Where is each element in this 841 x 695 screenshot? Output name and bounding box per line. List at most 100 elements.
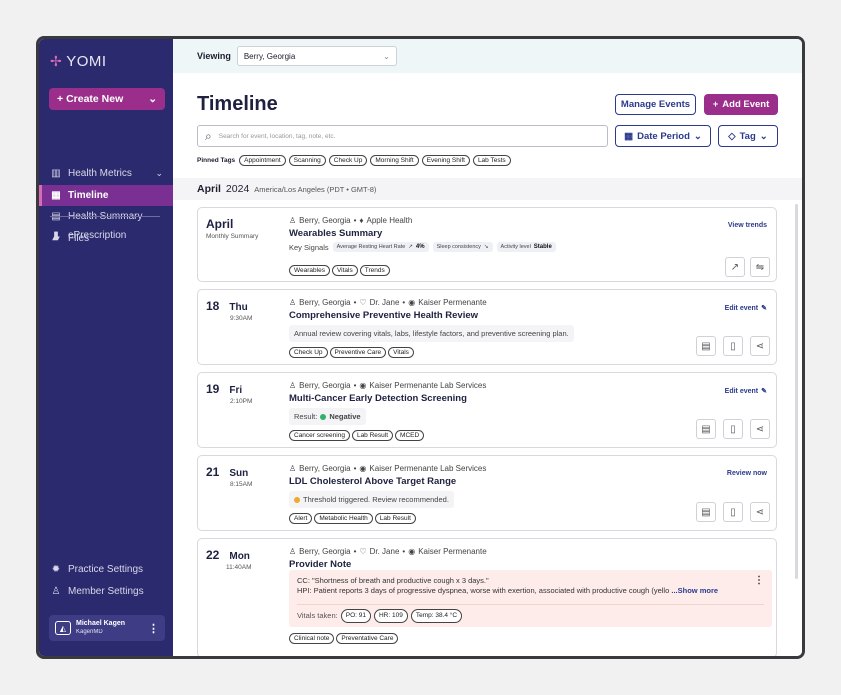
user-icon: ♙	[289, 216, 297, 225]
page-title: Timeline	[197, 93, 278, 115]
edit-event-link[interactable]: Edit event ✎	[725, 387, 767, 396]
clipboard-icon[interactable]: ▤	[696, 502, 716, 522]
event-result: Result: Negative	[289, 408, 366, 425]
document-icon[interactable]: ▯	[723, 336, 743, 356]
more-vertical-icon[interactable]: ⋮	[148, 622, 159, 635]
app-name: YOMI	[66, 53, 107, 70]
separator: •	[353, 464, 357, 473]
view-trends-link[interactable]: View trends	[728, 222, 767, 229]
event-weekday: Mon	[229, 551, 250, 562]
trend-chart-icon[interactable]: ↗	[725, 257, 745, 277]
event-card[interactable]: 21 Sun 8:15AM ♙ Berry, Georgia • ◉ Kaiser Per…	[197, 455, 777, 531]
avatar-icon: ◭	[55, 621, 71, 635]
tag-chip[interactable]: Preventive Care	[329, 347, 387, 358]
tag-chip[interactable]: Wearables	[289, 265, 330, 276]
monthly-summary-card[interactable]: April Monthly Summary ♙ Berry, Georgia • ♦ A…	[197, 207, 777, 282]
show-more-link[interactable]: ...Show more	[671, 586, 718, 595]
tag-filter-button[interactable]: ◇ Tag ⌄	[718, 125, 778, 147]
add-event-button[interactable]: + Add Event	[704, 94, 778, 115]
tag-chip[interactable]: MCED	[395, 430, 425, 441]
share-icon[interactable]: ⋖	[750, 419, 770, 439]
chevron-down-icon: ⌄	[693, 130, 702, 142]
sidebar-item-timeline[interactable]: ▦ Timeline	[39, 185, 173, 206]
prescription-icon: ▮	[53, 230, 59, 241]
sidebar-item-label: Health Metrics	[68, 168, 132, 179]
tag-chip[interactable]: Vitals	[331, 265, 358, 276]
tag-chip[interactable]: Vitals	[388, 347, 414, 358]
compare-icon[interactable]: ⇋	[750, 257, 770, 277]
tag-chip[interactable]: Lab Result	[374, 513, 416, 524]
share-icon[interactable]: ⋖	[750, 502, 770, 522]
signal-activity: Activity level Stable	[496, 242, 556, 252]
pinned-tag[interactable]: Appointment	[239, 155, 286, 166]
tag-chip[interactable]: Clinical note	[289, 633, 335, 644]
clipboard-icon[interactable]: ▤	[696, 419, 716, 439]
add-event-label: Add Event	[722, 99, 770, 110]
user-name: Michael Kagen	[76, 620, 126, 627]
month-header: April 2024 America/Los Angeles (PDT • GMT…	[173, 178, 802, 200]
event-weekday: Thu	[229, 302, 248, 313]
plus-icon: +	[57, 93, 64, 105]
share-icon[interactable]: ⋖	[750, 336, 770, 356]
result-value: Negative	[329, 412, 361, 421]
event-day: 22	[206, 548, 220, 562]
note-cc: CC: "Shortness of breath and productive …	[297, 576, 489, 585]
viewing-patient-select[interactable]: Berry, Georgia ⌄	[236, 46, 397, 66]
tag-chip[interactable]: Check Up	[289, 347, 328, 358]
sidebar-item-eprescription[interactable]: ▮ ePrescription	[39, 225, 173, 246]
sidebar: ✢ YOMI + Create New ⌄ ▥ Health Metrics ⌄ ▦ Ti…	[39, 39, 173, 656]
more-vertical-icon[interactable]: ⋮	[754, 576, 764, 586]
tag-chip[interactable]: Cancer screening	[289, 430, 350, 441]
pinned-tag[interactable]: Evening Shift	[421, 155, 470, 166]
location-name: Kaiser Permenante Lab Services	[369, 464, 487, 473]
summary-subtitle: Monthly Summary	[206, 233, 259, 240]
tag-chip[interactable]: Lab Result	[351, 430, 394, 441]
review-now-link[interactable]: Review now	[727, 470, 767, 477]
pinned-tags-label: Pinned Tags	[197, 157, 236, 164]
event-card[interactable]: 22 Mon 11:40AM ♙ Berry, Georgia • ♡ Dr. Jane •…	[197, 538, 777, 656]
date-period-button[interactable]: ▦ Date Period ⌄	[615, 125, 711, 147]
tag-chip[interactable]: Alert	[289, 513, 313, 524]
pinned-tag[interactable]: Check Up	[328, 155, 368, 166]
clipboard-icon[interactable]: ▤	[696, 336, 716, 356]
scrollbar[interactable]	[795, 204, 798, 579]
chevron-down-icon: ⌄	[383, 51, 390, 61]
manage-events-button[interactable]: Manage Events	[615, 94, 696, 115]
trend-up-icon: ↗	[408, 244, 413, 250]
location-name: Kaiser Permenante Lab Services	[369, 381, 487, 390]
event-day: 19	[206, 382, 220, 396]
document-icon[interactable]: ▯	[723, 419, 743, 439]
event-meta: ♙ Berry, Georgia • ♦ Apple Health	[289, 216, 412, 225]
user-icon: ♙	[289, 381, 297, 390]
event-card[interactable]: 19 Fri 2:10PM ♙ Berry, Georgia • ◉ Kaiser Per…	[197, 372, 777, 448]
sidebar-item-practice-settings[interactable]: ✹ Practice Settings	[39, 559, 173, 580]
pinned-tag[interactable]: Scanning	[288, 155, 326, 166]
edit-event-link[interactable]: Edit event ✎	[725, 304, 767, 313]
sidebar-item-member-settings[interactable]: ♙ Member Settings	[39, 581, 173, 602]
event-date: 21 Sun	[206, 465, 248, 479]
event-card[interactable]: 18 Thu 9:30AM ♙ Berry, Georgia • ♡ Dr. Jane • ◉…	[197, 289, 777, 365]
app-window: ✢ YOMI + Create New ⌄ ▥ Health Metrics ⌄ ▦ Ti…	[36, 36, 805, 659]
search-input[interactable]: ⌕ Search for event, location, tag, note, …	[197, 125, 608, 147]
viewing-bar: Viewing Berry, Georgia ⌄	[173, 39, 802, 73]
bar-chart-icon: ▥	[51, 168, 61, 179]
user-profile[interactable]: ◭ Michael Kagen KagenMD ⋮	[49, 615, 165, 641]
location-pin-icon: ◉	[408, 298, 416, 307]
create-new-label: Create New	[66, 93, 124, 105]
document-icon[interactable]: ▯	[723, 502, 743, 522]
tag-chip[interactable]: Preventative Care	[336, 633, 399, 644]
apple-health-icon: ♦	[359, 216, 364, 225]
tag-chip[interactable]: Metabolic Health	[314, 513, 373, 524]
tag-chip[interactable]: Trends	[359, 265, 390, 276]
event-tags: Check Up Preventive Care Vitals	[289, 347, 414, 358]
main-content: Viewing Berry, Georgia ⌄ Timeline Manage …	[173, 39, 802, 656]
separator: •	[353, 216, 357, 225]
sidebar-item-health-metrics[interactable]: ▥ Health Metrics ⌄	[39, 163, 173, 184]
location-name: Kaiser Permenante	[418, 298, 487, 307]
signal-sleep: Sleep consistency ↘	[432, 242, 493, 252]
pinned-tag[interactable]: Lab Tests	[472, 155, 511, 166]
create-new-button[interactable]: + Create New ⌄	[49, 88, 165, 110]
user-icon: ♙	[289, 547, 297, 556]
pinned-tag[interactable]: Morning Shift	[370, 155, 419, 166]
alert-text: Threshold triggered. Review recommended.	[303, 495, 449, 504]
